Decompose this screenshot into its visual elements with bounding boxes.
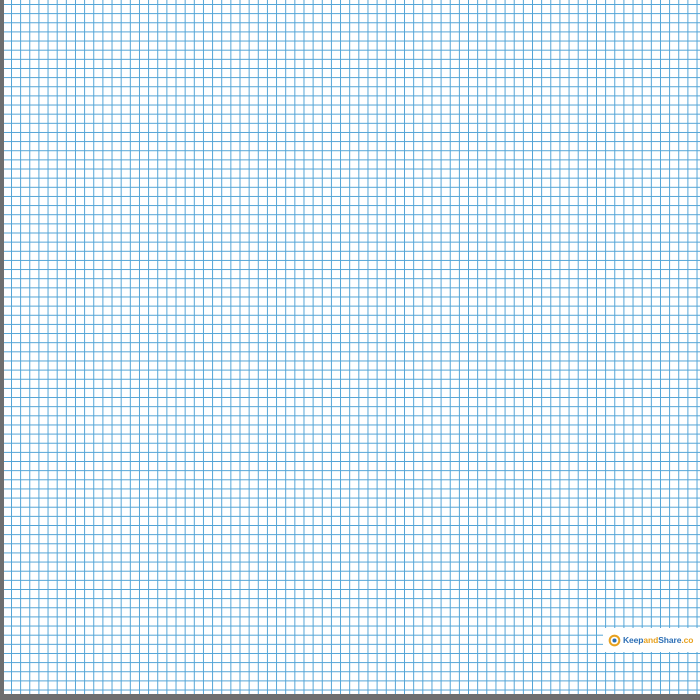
bottom-frame bbox=[0, 694, 700, 700]
keepandshare-logo: KeepandShare.co bbox=[603, 628, 700, 652]
logo-word-share: Share bbox=[658, 635, 682, 645]
logo-wordmark: KeepandShare.co bbox=[623, 635, 693, 645]
logo-word-and: and bbox=[643, 635, 659, 645]
logo-word-tld: .co bbox=[681, 635, 694, 645]
graph-paper-grid bbox=[4, 0, 700, 694]
logo-word-keep: Keep bbox=[623, 635, 644, 645]
keepandshare-logo-icon bbox=[608, 634, 621, 646]
